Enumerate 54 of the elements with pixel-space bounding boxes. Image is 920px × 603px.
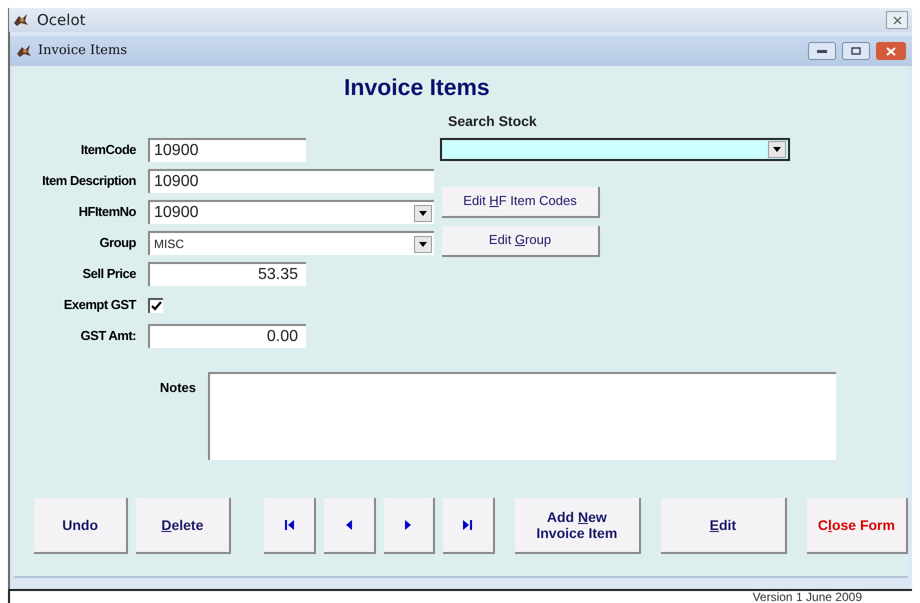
close-icon (892, 16, 902, 24)
close-form-button[interactable]: Close Form (806, 498, 908, 554)
checkmark-icon (151, 301, 162, 311)
checkbox[interactable] (148, 298, 163, 312)
navigation-button[interactable] (443, 498, 495, 554)
text-field[interactable]: 10900 (148, 138, 306, 162)
dropdown-button[interactable] (414, 236, 432, 252)
dropdown-button[interactable] (414, 204, 432, 222)
previous-record-icon (346, 520, 352, 530)
action-button[interactable]: Undo (34, 498, 128, 554)
form-heading: Invoice Items (344, 73, 490, 102)
navigation-button[interactable] (384, 498, 436, 554)
version-text: Version 1 June 2009 (752, 591, 862, 603)
close-icon (886, 46, 896, 56)
close-button[interactable] (876, 42, 906, 60)
dropdown-field[interactable]: MISC (148, 231, 434, 255)
number-field[interactable]: 0.00 (148, 324, 306, 348)
maximize-button[interactable] (842, 42, 870, 60)
minimize-icon (817, 50, 827, 52)
minimize-button[interactable] (808, 42, 836, 60)
action-button[interactable]: Edit (660, 498, 787, 554)
caret-icon (419, 210, 427, 216)
text-field[interactable]: 10900 (148, 169, 434, 193)
last-record-icon (463, 520, 472, 530)
maximize-icon (851, 47, 861, 55)
navigation-button[interactable] (324, 498, 376, 554)
form-title: Invoice Items (38, 42, 127, 60)
navigation-button[interactable] (264, 498, 316, 554)
field-label: GST Amt: (80, 327, 137, 346)
notes-field[interactable] (208, 372, 836, 460)
caret-icon (773, 146, 781, 152)
app-logo-icon (16, 44, 32, 58)
search-stock-label: Search Stock (448, 112, 538, 130)
field-label: Group (98, 234, 137, 252)
action-button[interactable]: Add New Invoice Item (514, 498, 641, 554)
field-label: Exempt GST (62, 296, 138, 314)
field-label: Item Description (41, 172, 137, 190)
field-label: Sell Price (81, 265, 137, 284)
action-button[interactable]: Delete (136, 498, 230, 554)
app-logo-icon (13, 13, 29, 27)
notes-label: Notes (158, 378, 197, 396)
app-title: Ocelot (37, 10, 86, 31)
number-field[interactable]: 53.35 (148, 262, 306, 286)
dropdown-button[interactable] (768, 140, 786, 158)
edit-button[interactable]: Edit HF Item Codes (442, 186, 600, 218)
dropdown-field[interactable]: 10900 (148, 200, 434, 224)
caret-icon (419, 242, 427, 246)
field-label: HFItemNo (78, 203, 137, 222)
field-label: ItemCode (80, 141, 137, 160)
next-record-icon (405, 520, 412, 530)
close-button[interactable] (886, 11, 908, 29)
search-stock-dropdown[interactable] (440, 138, 790, 160)
edit-button[interactable]: Edit Group (442, 226, 600, 256)
first-record-icon (284, 520, 294, 530)
